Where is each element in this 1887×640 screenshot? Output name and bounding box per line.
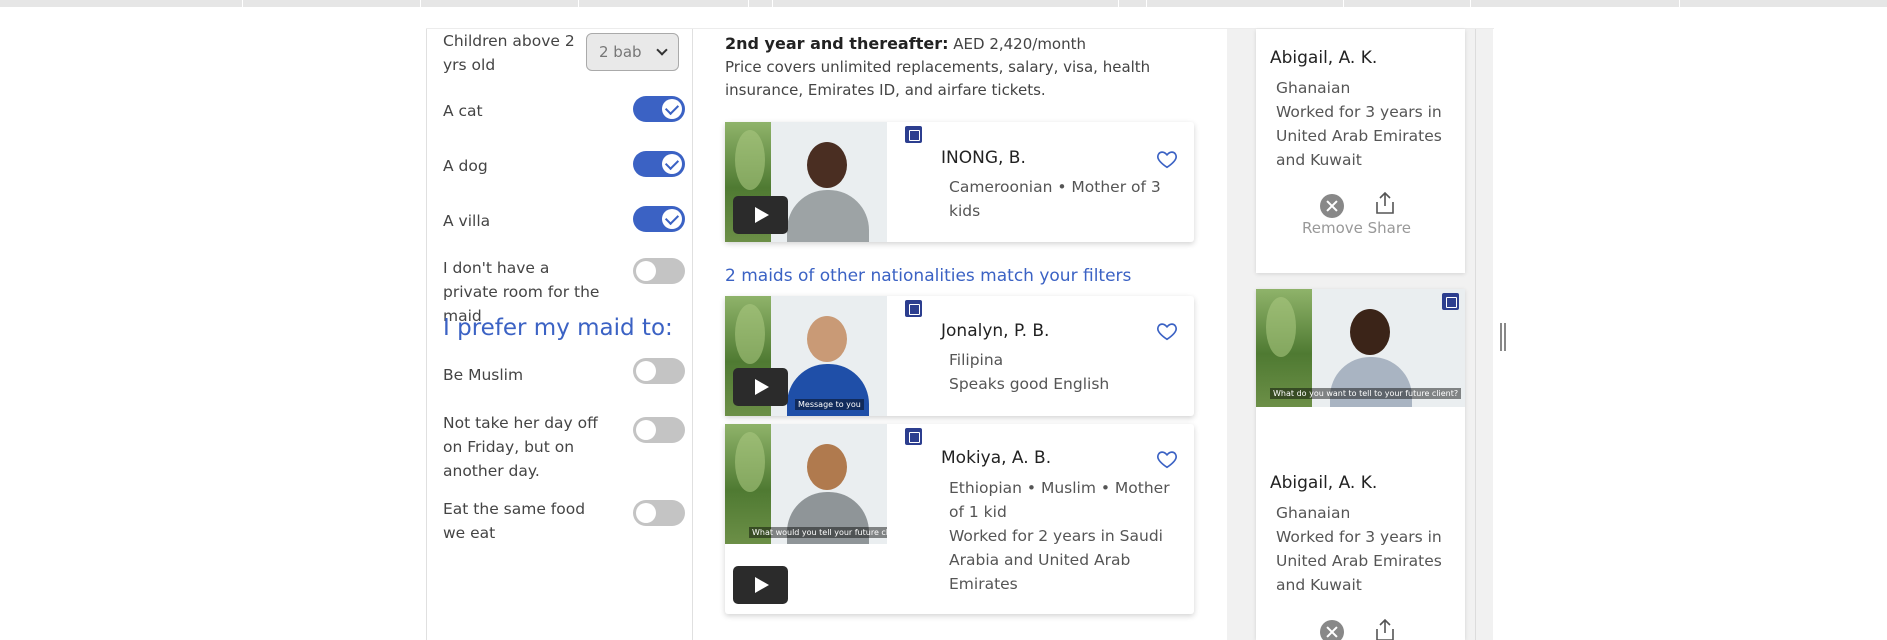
- shortlist-card[interactable]: Abigail, A. K. Ghanaian Worked for 3 yea…: [1256, 29, 1465, 273]
- video-caption: Message to you: [795, 399, 864, 410]
- chevron-down-icon: [656, 44, 668, 56]
- agency-logo-icon: [905, 428, 922, 445]
- maid-nationality: Ghanaian: [1276, 79, 1351, 97]
- pricing-info: 2nd year and thereafter: AED 2,420/month…: [725, 32, 1205, 102]
- video-caption: What do you want to tell to your future …: [1270, 388, 1462, 399]
- filter-label: Eat the same food we eat: [443, 500, 586, 542]
- video-caption: What would you tell your future client?: [749, 527, 887, 538]
- maid-description: Speaks good English: [949, 375, 1110, 393]
- filter-same-food: Eat the same food we eat: [443, 497, 685, 545]
- video-thumbnail[interactable]: Message to you: [725, 296, 887, 416]
- maid-card[interactable]: Message to you Jonalyn, P. B. Filipina S…: [725, 296, 1194, 416]
- filter-children: Children above 2 yrs old 2 bab: [443, 29, 683, 77]
- maid-description: Worked for 3 years in United Arab Emirat…: [1276, 103, 1442, 169]
- maid-description: Worked for 2 years in Saudi Arabia and U…: [949, 527, 1163, 593]
- pricing-note: Price covers unlimited replacements, sal…: [725, 58, 1151, 99]
- toggle-private-room[interactable]: [633, 258, 685, 284]
- video-thumbnail[interactable]: What would you tell your future client?: [725, 424, 887, 544]
- pricing-year-price: AED 2,420/month: [953, 35, 1087, 53]
- remove-button[interactable]: Remove: [1302, 219, 1363, 237]
- filter-panel: Children above 2 yrs old 2 bab A cat A d…: [427, 29, 693, 640]
- remove-icon[interactable]: [1320, 620, 1344, 640]
- maid-description: Worked for 3 years in United Arab Emirat…: [1276, 528, 1442, 594]
- filter-children-label: Children above 2 yrs old: [443, 32, 575, 74]
- toggle-day-off[interactable]: [633, 417, 685, 443]
- maid-nationality: Filipina: [949, 351, 1004, 369]
- maid-nationality: Ethiopian • Muslim • Mother of 1 kid: [949, 479, 1170, 521]
- filter-cat: A cat: [443, 96, 685, 123]
- toggle-villa[interactable]: [633, 206, 685, 232]
- maid-card[interactable]: INONG, B. Cameroonian • Mother of 3 kids: [725, 122, 1194, 242]
- toggle-dog[interactable]: [633, 151, 685, 177]
- shortlist-card[interactable]: What do you want to tell to your future …: [1256, 289, 1465, 640]
- filter-villa: A villa: [443, 206, 685, 233]
- pricing-year-label: 2nd year and thereafter:: [725, 34, 949, 53]
- filter-label: A villa: [443, 212, 491, 230]
- maid-name: INONG, B.: [941, 148, 1026, 168]
- maid-nationality: Ghanaian: [1276, 504, 1351, 522]
- agency-logo-icon: [1442, 293, 1459, 310]
- maid-name: Jonalyn, P. B.: [941, 321, 1050, 341]
- toggle-cat[interactable]: [633, 96, 685, 122]
- prefer-heading: I prefer my maid to:: [443, 315, 673, 341]
- filter-label: A cat: [443, 102, 483, 120]
- other-nationalities-heading: 2 maids of other nationalities match you…: [725, 266, 1132, 286]
- filter-label: A dog: [443, 157, 488, 175]
- video-thumbnail[interactable]: What do you want to tell to your future …: [1256, 289, 1465, 407]
- share-icon[interactable]: [1374, 191, 1396, 215]
- maid-name: Abigail, A. K.: [1270, 473, 1378, 493]
- resize-handle-icon[interactable]: [1500, 323, 1506, 351]
- maid-description: Cameroonian • Mother of 3 kids: [949, 178, 1161, 220]
- agency-logo-icon: [905, 300, 922, 317]
- video-thumbnail[interactable]: [725, 122, 887, 242]
- play-button[interactable]: [733, 368, 788, 406]
- play-button[interactable]: [733, 566, 788, 604]
- favorite-heart-icon[interactable]: [1156, 448, 1178, 470]
- children-select[interactable]: 2 bab: [586, 33, 679, 71]
- maid-name: Abigail, A. K.: [1270, 48, 1378, 68]
- agency-logo-icon: [905, 126, 922, 143]
- toggle-same-food[interactable]: [633, 500, 685, 526]
- favorite-heart-icon[interactable]: [1156, 148, 1178, 170]
- remove-icon[interactable]: [1320, 194, 1344, 218]
- share-icon[interactable]: [1374, 618, 1396, 640]
- filter-label: Be Muslim: [443, 366, 524, 384]
- share-button[interactable]: Share: [1368, 219, 1411, 237]
- maid-name: Mokiya, A. B.: [941, 448, 1052, 468]
- filter-label: Not take her day off on Friday, but on a…: [443, 414, 598, 480]
- maid-card[interactable]: What would you tell your future client? …: [725, 424, 1194, 614]
- children-select-value: 2 bab: [599, 43, 642, 61]
- filter-muslim: Be Muslim: [443, 358, 685, 387]
- favorite-heart-icon[interactable]: [1156, 320, 1178, 342]
- filter-dog: A dog: [443, 151, 685, 178]
- filter-day-off: Not take her day off on Friday, but on a…: [443, 411, 685, 483]
- toggle-muslim[interactable]: [633, 358, 685, 384]
- top-strip: [0, 0, 1887, 7]
- play-button[interactable]: [733, 196, 788, 234]
